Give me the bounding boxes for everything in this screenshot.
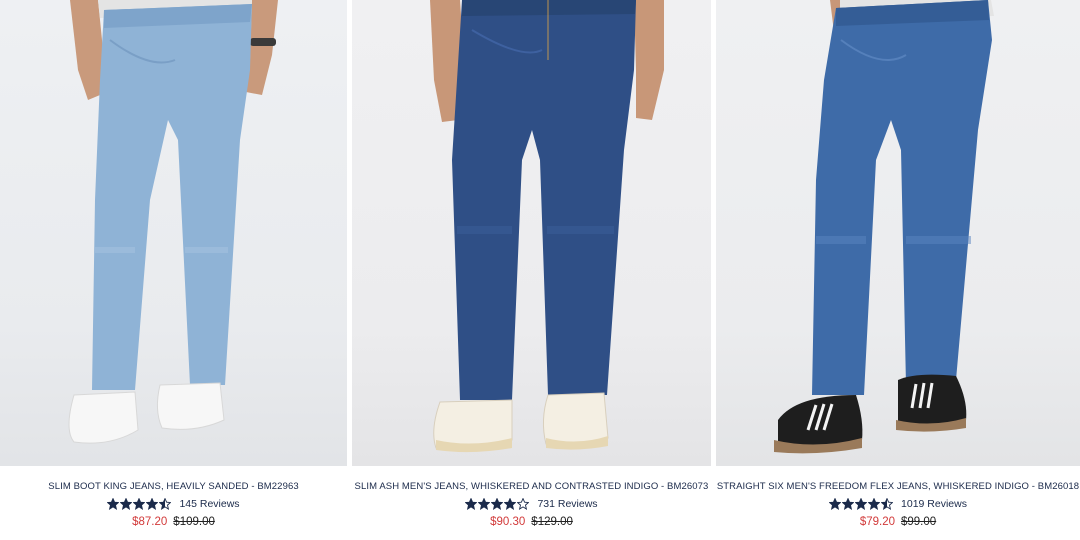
rating-row: 1019 Reviews [716, 497, 1080, 511]
original-price: $109.00 [173, 516, 215, 528]
star-full-icon [133, 498, 146, 510]
review-count-link[interactable]: 145 Reviews [179, 497, 239, 511]
star-half-icon [159, 498, 172, 510]
rating-row: 731 Reviews [352, 497, 711, 511]
product-title[interactable]: STRAIGHT SIX MEN'S FREEDOM FLEX JEANS, W… [716, 480, 1080, 494]
star-full-icon [842, 498, 855, 510]
product-photo-illustration [774, 0, 994, 454]
product-photo-illustration [430, 0, 664, 453]
star-full-icon [107, 498, 120, 510]
star-full-icon [868, 498, 881, 510]
review-count-link[interactable]: 731 Reviews [537, 497, 597, 511]
product-image[interactable] [0, 0, 347, 466]
star-half-icon [881, 498, 894, 510]
product-photo-illustration [68, 0, 278, 444]
product-title[interactable]: SLIM BOOT KING JEANS, HEAVILY SANDED - B… [0, 480, 347, 494]
product-image[interactable] [352, 0, 711, 466]
star-empty-icon [517, 498, 530, 510]
star-full-icon [491, 498, 504, 510]
star-full-icon [120, 498, 133, 510]
star-full-icon [855, 498, 868, 510]
star-rating [107, 498, 172, 510]
star-full-icon [504, 498, 517, 510]
product-title[interactable]: SLIM ASH MEN'S JEANS, WHISKERED AND CONT… [352, 480, 711, 494]
rating-row: 145 Reviews [0, 497, 347, 511]
star-rating [829, 498, 894, 510]
review-count-link[interactable]: 1019 Reviews [901, 497, 967, 511]
star-full-icon [478, 498, 491, 510]
star-rating [465, 498, 530, 510]
product-card[interactable]: SLIM ASH MEN'S JEANS, WHISKERED AND CONT… [352, 0, 711, 540]
price-row: $79.20 $99.00 [716, 515, 1080, 529]
star-full-icon [146, 498, 159, 510]
sale-price: $87.20 [132, 516, 168, 528]
product-image[interactable] [716, 0, 1080, 466]
original-price: $129.00 [531, 516, 573, 528]
star-full-icon [829, 498, 842, 510]
product-card[interactable]: SLIM BOOT KING JEANS, HEAVILY SANDED - B… [0, 0, 347, 540]
product-card[interactable]: STRAIGHT SIX MEN'S FREEDOM FLEX JEANS, W… [716, 0, 1080, 540]
price-row: $87.20 $109.00 [0, 515, 347, 529]
sale-price: $79.20 [859, 516, 895, 528]
price-row: $90.30 $129.00 [352, 515, 711, 529]
sale-price: $90.30 [490, 516, 526, 528]
star-full-icon [465, 498, 478, 510]
original-price: $99.00 [901, 516, 937, 528]
product-grid: SLIM BOOT KING JEANS, HEAVILY SANDED - B… [0, 0, 1080, 540]
